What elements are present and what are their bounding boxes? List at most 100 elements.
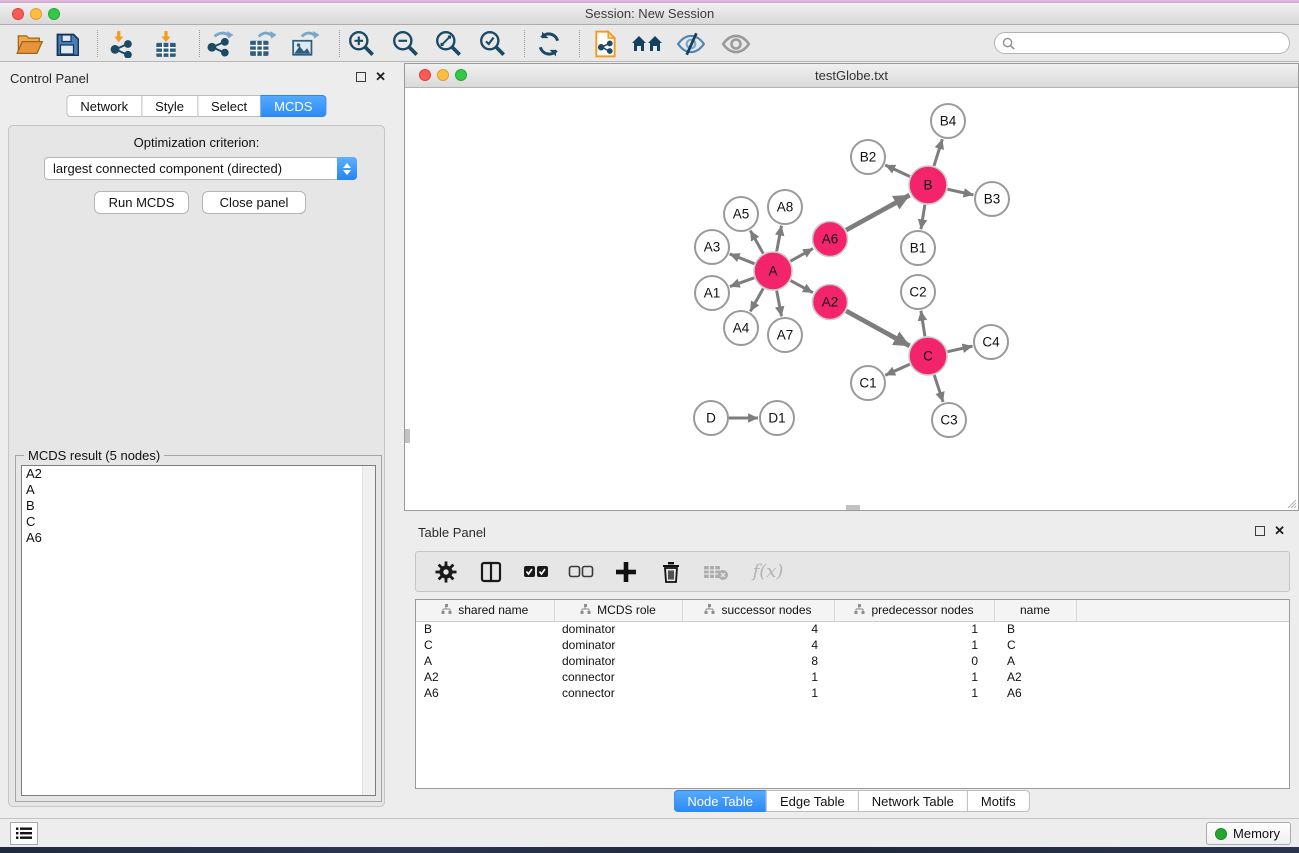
- delete-column-button[interactable]: [656, 557, 686, 587]
- export-image-icon: [291, 30, 319, 58]
- node-table[interactable]: shared name MCDS role successor nodes pr…: [415, 599, 1290, 789]
- task-history-button[interactable]: [10, 822, 38, 845]
- export-network-button[interactable]: [203, 28, 237, 59]
- network-graph-canvas[interactable]: AA1A2A3A4A5A6A7A8BB1B2B3B4CC1C2C3C4DD1: [405, 88, 1298, 510]
- col-header-predecessor-nodes[interactable]: predecessor nodes: [834, 600, 994, 621]
- table-panel-tabs: Node Table Edge Table Network Table Moti…: [673, 790, 1029, 812]
- toolbar-separator: [199, 30, 200, 57]
- trash-icon: [660, 560, 682, 584]
- graph-edge-B-B2[interactable]: [885, 165, 910, 177]
- hierarchy-icon: [580, 604, 591, 615]
- select-all-rows-button[interactable]: [521, 557, 551, 587]
- close-panel-button[interactable]: Close panel: [202, 191, 306, 214]
- import-table-button[interactable]: [149, 28, 183, 59]
- table-row[interactable]: A2connector 11 A2: [416, 669, 1290, 685]
- zoom-in-button[interactable]: [345, 28, 379, 59]
- col-header-mcds-role[interactable]: MCDS role: [554, 600, 682, 621]
- graph-edge-C-C1[interactable]: [885, 364, 909, 375]
- resize-grip-icon[interactable]: [1285, 497, 1297, 509]
- graph-edge-A-A8[interactable]: [777, 226, 782, 252]
- network-vertical-scrollbar-thumb[interactable]: [405, 429, 410, 443]
- tab-network-table[interactable]: Network Table: [858, 790, 967, 812]
- tab-edge-table[interactable]: Edge Table: [766, 790, 858, 812]
- hide-details-button[interactable]: [674, 28, 708, 59]
- tab-mcds[interactable]: MCDS: [260, 95, 326, 117]
- save-session-button[interactable]: [50, 28, 84, 59]
- graph-edge-A-A4[interactable]: [750, 288, 763, 311]
- function-builder-button[interactable]: f(x): [746, 557, 790, 587]
- result-item[interactable]: C: [22, 514, 375, 530]
- criterion-select[interactable]: largest connected component (directed): [44, 157, 357, 180]
- tab-node-table[interactable]: Node Table: [673, 790, 766, 812]
- close-table-panel-icon[interactable]: ✕: [1274, 526, 1285, 536]
- result-item[interactable]: A6: [22, 530, 375, 546]
- graph-node-label-A6: A6: [822, 232, 839, 247]
- refresh-button[interactable]: [532, 28, 566, 59]
- table-row[interactable]: Adominator 80 A: [416, 653, 1290, 669]
- select-stepper-icon: [337, 157, 357, 180]
- graph-edge-A-A2[interactable]: [791, 281, 813, 293]
- graph-edge-A-A7[interactable]: [777, 291, 782, 317]
- open-session-button[interactable]: [13, 28, 47, 59]
- home-layout-button[interactable]: [630, 28, 664, 59]
- network-from-file-button[interactable]: [589, 28, 623, 59]
- export-table-button[interactable]: [245, 28, 279, 59]
- result-item[interactable]: A: [22, 482, 375, 498]
- workspace: Control Panel ✕ Network Style Select MCD…: [0, 62, 1299, 818]
- graph-node-label-A5: A5: [733, 207, 750, 222]
- create-column-button[interactable]: [611, 557, 641, 587]
- graph-edge-C-C4[interactable]: [948, 346, 973, 352]
- export-image-button[interactable]: [288, 28, 322, 59]
- table-row[interactable]: Bdominator 41 B: [416, 621, 1290, 637]
- graph-edge-C-C3[interactable]: [934, 375, 943, 402]
- graph-node-label-C1: C1: [859, 376, 876, 391]
- search-input[interactable]: [1015, 34, 1289, 52]
- network-window-titlebar[interactable]: testGlobe.txt: [405, 64, 1298, 88]
- col-header-name[interactable]: name: [994, 600, 1076, 621]
- show-columns-button[interactable]: [476, 557, 506, 587]
- zoom-fit-button[interactable]: [432, 28, 466, 59]
- table-row[interactable]: A6connector 11 A6: [416, 685, 1290, 701]
- mcds-result-list[interactable]: A2 A B C A6: [21, 465, 376, 796]
- delete-table-button[interactable]: [701, 557, 731, 587]
- application-window: Session: New Session: [0, 0, 1299, 853]
- col-header-shared-name[interactable]: shared name: [416, 600, 554, 621]
- graph-edge-B-B3[interactable]: [948, 189, 974, 195]
- graph-edge-A6-B[interactable]: [846, 195, 909, 230]
- close-panel-icon[interactable]: ✕: [375, 72, 386, 82]
- graph-edge-B-B4[interactable]: [934, 139, 942, 166]
- deselect-all-rows-button[interactable]: [566, 557, 596, 587]
- tab-motifs[interactable]: Motifs: [967, 790, 1030, 812]
- network-horizontal-scrollbar-thumb[interactable]: [846, 505, 860, 510]
- graph-edge-A2-C[interactable]: [846, 311, 909, 346]
- graph-edge-B-B1[interactable]: [921, 205, 925, 229]
- zoom-out-button[interactable]: [389, 28, 423, 59]
- tab-network[interactable]: Network: [66, 95, 141, 117]
- window-titlebar[interactable]: Session: New Session: [0, 3, 1299, 25]
- zoom-selected-button[interactable]: [476, 28, 510, 59]
- result-item[interactable]: B: [22, 498, 375, 514]
- import-network-icon: [108, 30, 136, 58]
- plus-icon: [615, 561, 637, 583]
- table-row[interactable]: Cdominator 41 C: [416, 637, 1290, 653]
- memory-button[interactable]: Memory: [1206, 822, 1291, 845]
- col-header-successor-nodes[interactable]: successor nodes: [682, 600, 834, 621]
- graph-edge-A-A3[interactable]: [730, 254, 755, 264]
- graph-edge-C-C2[interactable]: [921, 311, 925, 336]
- graph-edge-A-A1[interactable]: [730, 278, 754, 287]
- result-scrollbar[interactable]: [362, 466, 375, 795]
- tab-style[interactable]: Style: [141, 95, 197, 117]
- result-item[interactable]: A2: [22, 466, 375, 482]
- tab-select[interactable]: Select: [197, 95, 260, 117]
- toolbar-separator: [97, 30, 98, 57]
- import-network-button[interactable]: [105, 28, 139, 59]
- float-panel-icon[interactable]: [356, 72, 366, 82]
- graph-edge-A-A6[interactable]: [790, 249, 813, 262]
- show-details-button[interactable]: [719, 28, 753, 59]
- float-table-panel-icon[interactable]: [1255, 526, 1265, 536]
- search-field[interactable]: [994, 32, 1290, 54]
- run-mcds-button[interactable]: Run MCDS: [94, 191, 189, 214]
- session-title: Session: New Session: [0, 6, 1299, 21]
- graph-edge-A-A5[interactable]: [750, 231, 763, 254]
- table-settings-button[interactable]: [431, 557, 461, 587]
